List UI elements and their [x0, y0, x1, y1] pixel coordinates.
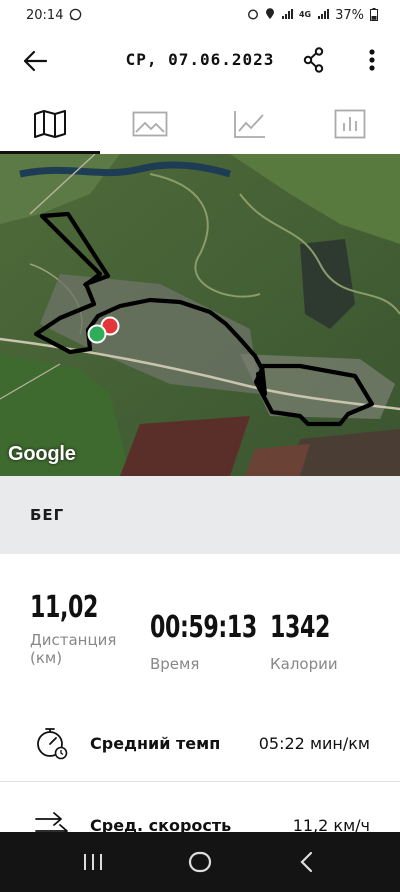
- detail-row-pace: Средний темп 05:22 мин/км: [0, 704, 400, 782]
- location-icon: [265, 8, 275, 22]
- view-tabs: [0, 94, 400, 154]
- back-chevron-icon: [300, 851, 312, 873]
- app-header: СР, 07.06.2023: [0, 30, 400, 92]
- back-arrow-icon: [23, 50, 48, 72]
- status-right: 4G 37%: [247, 7, 378, 23]
- status-bar: 20:14 4G 37%: [0, 0, 400, 30]
- page-title: СР, 07.06.2023: [125, 50, 275, 69]
- stat-time: 00:59:13 Время: [150, 610, 280, 673]
- stat-distance: 11,02 Дистанция (км): [30, 590, 140, 667]
- network-type-icon: 4G: [298, 10, 312, 19]
- tab-splits[interactable]: [300, 94, 400, 154]
- whatsapp-icon: [69, 8, 82, 23]
- status-time: 20:14: [26, 7, 64, 23]
- share-icon: [303, 47, 324, 73]
- tab-chart[interactable]: [200, 94, 300, 154]
- activity-type: БЕГ: [30, 506, 65, 524]
- map-icon: [34, 110, 66, 138]
- recents-button[interactable]: [63, 842, 123, 882]
- start-marker: [87, 324, 107, 344]
- more-vertical-icon: [369, 49, 375, 71]
- divider: [0, 781, 400, 782]
- distance-label-line1: Дистанция: [30, 631, 117, 649]
- activity-type-band: БЕГ: [0, 476, 400, 554]
- bar-chart-icon: [334, 109, 366, 139]
- route-map[interactable]: Google: [0, 154, 400, 476]
- distance-label-line2: (км): [30, 649, 63, 667]
- home-button[interactable]: [170, 842, 230, 882]
- image-icon: [132, 111, 168, 137]
- alarm-icon: [247, 8, 259, 22]
- share-button[interactable]: [298, 44, 330, 76]
- satellite-map: [0, 154, 400, 476]
- calories-value: 1342: [270, 610, 330, 645]
- google-attribution: Google: [8, 443, 76, 465]
- tab-photos[interactable]: [100, 94, 200, 154]
- calories-label: Калории: [270, 655, 338, 673]
- signal-icon-2: [317, 8, 330, 22]
- back-nav-button[interactable]: [277, 842, 337, 882]
- stopwatch-pace-icon: [37, 728, 68, 760]
- distance-label: Дистанция (км): [30, 631, 140, 667]
- battery-icon: [370, 7, 378, 23]
- distance-value: 11,02: [30, 590, 98, 625]
- stat-calories: 1342 Калории: [270, 610, 343, 673]
- time-value: 00:59:13: [150, 610, 257, 645]
- signal-icon: [281, 8, 293, 22]
- battery-percent: 37%: [335, 7, 364, 23]
- tab-map[interactable]: [0, 94, 100, 154]
- pace-label: Средний темп: [90, 733, 221, 753]
- pace-value: 05:22 мин/км: [258, 733, 370, 753]
- status-left: 20:14: [26, 8, 82, 23]
- line-chart-icon: [234, 111, 265, 138]
- recents-icon: [84, 854, 103, 870]
- system-nav-bar: [0, 832, 400, 892]
- back-button[interactable]: [18, 44, 52, 78]
- home-icon: [188, 851, 212, 873]
- more-options-button[interactable]: [358, 44, 386, 76]
- time-label: Время: [150, 655, 200, 673]
